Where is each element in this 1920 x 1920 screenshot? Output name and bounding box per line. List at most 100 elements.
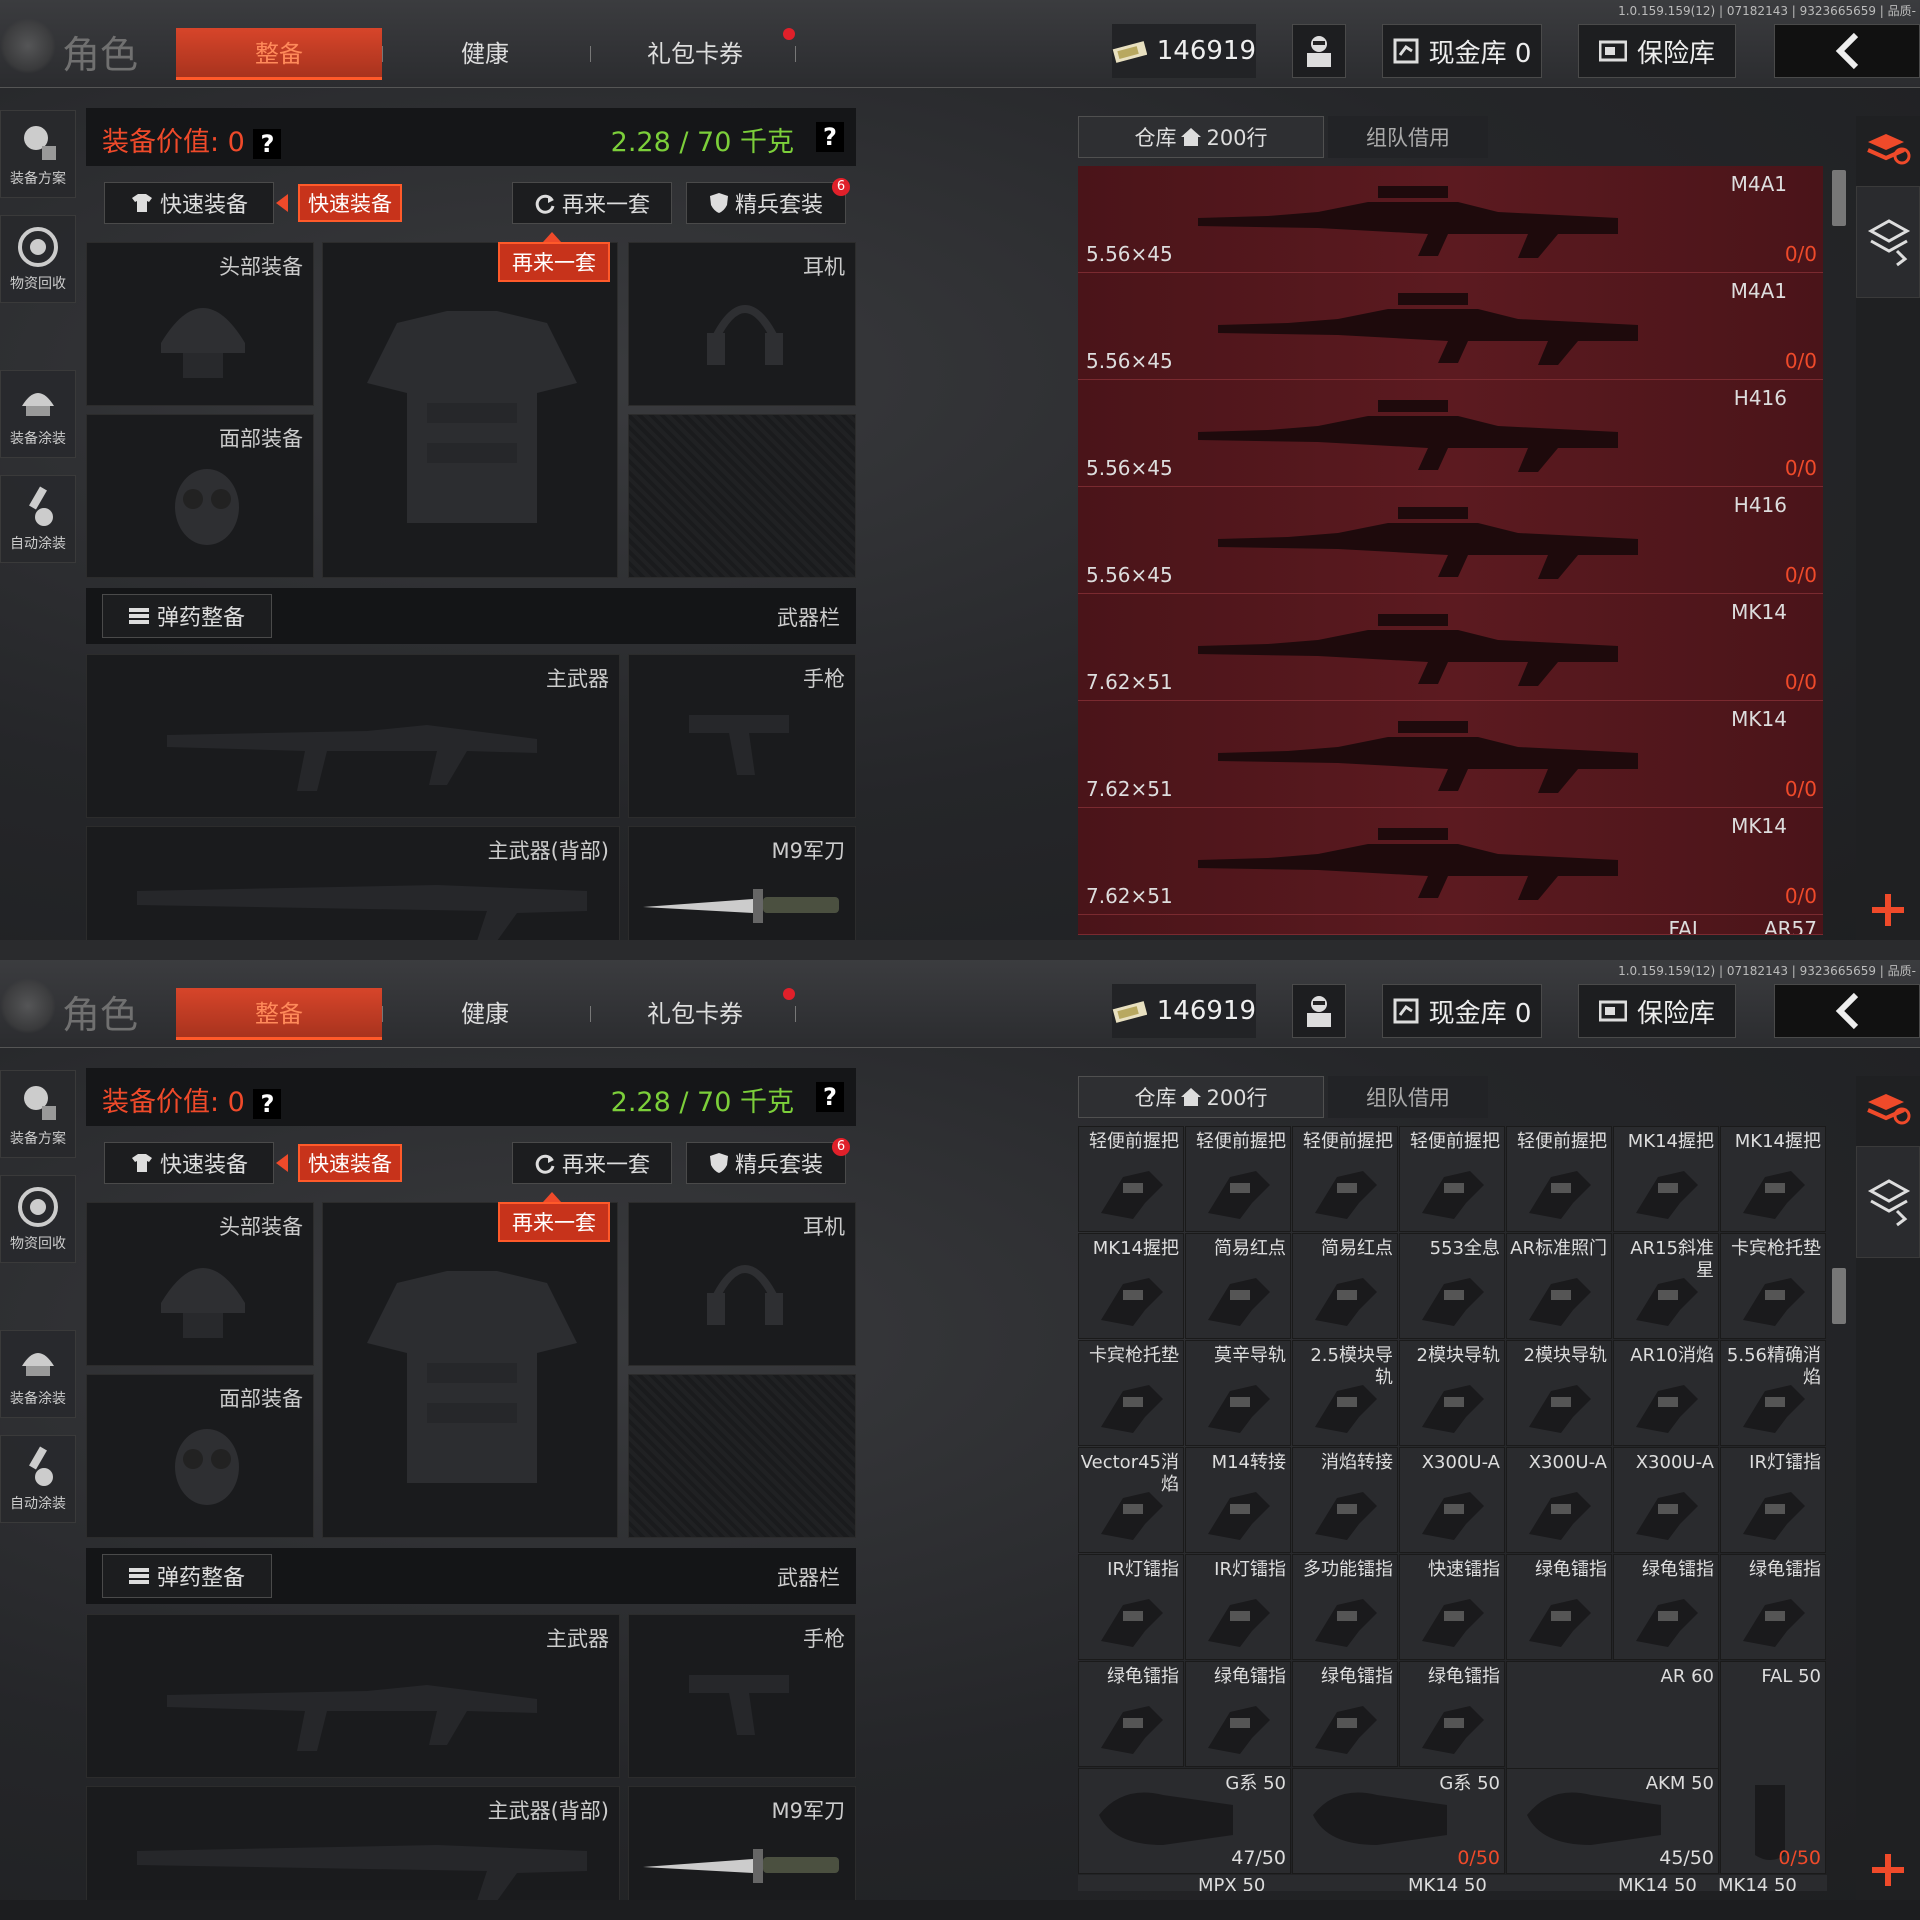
part-cell[interactable]: IR灯镭指 (1185, 1554, 1291, 1660)
agent-button[interactable] (1292, 24, 1346, 78)
part-cell[interactable]: 2模块导轨 (1399, 1340, 1505, 1446)
tab-gift-vouchers[interactable]: 礼包卡券 (610, 988, 780, 1040)
part-cell[interactable]: 轻便前握把 (1399, 1126, 1505, 1232)
nav-paint[interactable]: 装备涂装 (0, 1330, 76, 1418)
part-cell[interactable]: 多功能镭指 (1292, 1554, 1398, 1660)
part-cell[interactable]: 轻便前握把 (1292, 1126, 1398, 1232)
help-button[interactable]: ? (816, 122, 844, 152)
part-cell[interactable]: 快速镭指 (1399, 1554, 1505, 1660)
slot-pistol[interactable]: 手枪 (628, 654, 856, 818)
part-cell[interactable]: 绿龟镭指 (1078, 1661, 1184, 1767)
add-button[interactable] (1856, 1840, 1920, 1900)
weapon-row[interactable]: H416 5.56×45 0/0 (1078, 487, 1823, 594)
quick-equip-button[interactable]: 快速装备 (104, 1142, 274, 1184)
tab-team-borrow[interactable]: 组队借用 (1328, 116, 1488, 158)
back-button[interactable] (1774, 24, 1920, 78)
part-cell[interactable]: 绿龟镭指 (1185, 1661, 1291, 1767)
quick-equip-button[interactable]: 快速装备 (104, 182, 274, 224)
part-cell[interactable]: X300U-A (1506, 1447, 1612, 1553)
scrollbar[interactable] (1832, 1268, 1846, 1324)
again-button[interactable]: 再来一套 (512, 1142, 672, 1184)
quick-equip-hint[interactable]: 快速装备 (298, 184, 402, 222)
slot-headset[interactable]: 耳机 (628, 242, 856, 406)
sort-button[interactable] (1856, 116, 1920, 176)
slot-primary[interactable]: 主武器 (86, 654, 620, 818)
part-cell[interactable]: IR灯镭指 (1078, 1554, 1184, 1660)
weapon-row[interactable]: MK14 7.62×51 0/0 (1078, 808, 1823, 915)
magazine-cell[interactable]: G系 50 0/50 (1292, 1768, 1505, 1874)
part-cell[interactable]: AR标准照门 (1506, 1233, 1612, 1339)
part-cell[interactable]: 5.56精确消焰 (1720, 1340, 1826, 1446)
slot-primary[interactable]: 主武器 (86, 1614, 620, 1778)
tab-health[interactable]: 健康 (400, 988, 570, 1040)
slot-armor[interactable] (322, 242, 618, 578)
tab-warehouse[interactable]: 仓库 200行 (1078, 116, 1324, 158)
part-cell[interactable]: 简易红点 (1185, 1233, 1291, 1339)
part-cell[interactable]: 莫辛导轨 (1185, 1340, 1291, 1446)
part-cell[interactable]: 绿龟镭指 (1399, 1661, 1505, 1767)
part-cell[interactable]: 卡宾枪托垫 (1078, 1340, 1184, 1446)
elite-kit-button[interactable]: 精兵套装 (686, 182, 846, 224)
part-cell[interactable]: MK14握把 (1078, 1233, 1184, 1339)
part-cell[interactable]: 轻便前握把 (1185, 1126, 1291, 1232)
nav-recycle[interactable]: 物资回收 (0, 215, 76, 303)
again-button[interactable]: 再来一套 (512, 182, 672, 224)
cash-vault-button[interactable]: 现金库 0 (1382, 24, 1542, 78)
slot-primary-back[interactable]: 主武器(背部) (86, 826, 620, 940)
safe-vault-button[interactable]: 保险库 (1578, 984, 1736, 1038)
slot-face[interactable]: 面部装备 (86, 414, 314, 578)
part-cell[interactable]: 简易红点 (1292, 1233, 1398, 1339)
slot-knife[interactable]: M9军刀 (628, 1786, 856, 1900)
slot-armor[interactable] (322, 1202, 618, 1538)
slot-primary-back[interactable]: 主武器(背部) (86, 1786, 620, 1900)
tab-team-borrow[interactable]: 组队借用 (1328, 1076, 1488, 1118)
part-cell[interactable]: AR10消焰 (1613, 1340, 1719, 1446)
weapon-row[interactable]: M4A1 5.56×45 0/0 (1078, 166, 1823, 273)
part-cell[interactable]: 2模块导轨 (1506, 1340, 1612, 1446)
back-button[interactable] (1774, 984, 1920, 1038)
part-cell[interactable]: 2.5模块导轨 (1292, 1340, 1398, 1446)
weapon-row[interactable]: MK14 7.62×51 0/0 (1078, 701, 1823, 808)
weapon-row[interactable]: H416 5.56×45 0/0 (1078, 380, 1823, 487)
cash-vault-button[interactable]: 现金库 0 (1382, 984, 1542, 1038)
part-cell[interactable]: Vector45消焰 (1078, 1447, 1184, 1553)
organize-button[interactable] (1856, 1146, 1920, 1258)
nav-auto-paint[interactable]: 自动涂装 (0, 1435, 76, 1523)
part-cell[interactable]: X300U-A (1613, 1447, 1719, 1553)
part-cell[interactable]: 绿龟镭指 (1720, 1554, 1826, 1660)
part-cell[interactable]: 553全息 (1399, 1233, 1505, 1339)
slot-head[interactable]: 头部装备 (86, 1202, 314, 1366)
part-cell[interactable]: AR15斜准星 (1613, 1233, 1719, 1339)
weapon-row-partial[interactable]: FAL AR57 (1078, 915, 1823, 935)
part-cell[interactable]: 卡宾枪托垫 (1720, 1233, 1826, 1339)
help-button[interactable]: ? (253, 1088, 282, 1119)
magazine-cell[interactable]: FAL 50 0/50 (1720, 1661, 1826, 1874)
scrollbar[interactable] (1832, 170, 1846, 226)
weapon-row[interactable]: M4A1 5.56×45 0/0 (1078, 273, 1823, 380)
tab-gift-vouchers[interactable]: 礼包卡券 (610, 28, 780, 80)
part-cell[interactable]: 消焰转接 (1292, 1447, 1398, 1553)
quick-equip-hint[interactable]: 快速装备 (298, 1144, 402, 1182)
nav-recycle[interactable]: 物资回收 (0, 1175, 76, 1263)
sort-button[interactable] (1856, 1076, 1920, 1136)
tab-prepare[interactable]: 整备 (176, 988, 382, 1040)
agent-button[interactable] (1292, 984, 1346, 1038)
help-button[interactable]: ? (253, 128, 282, 159)
elite-kit-button[interactable]: 精兵套装 (686, 1142, 846, 1184)
part-cell[interactable]: 轻便前握把 (1506, 1126, 1612, 1232)
nav-auto-paint[interactable]: 自动涂装 (0, 475, 76, 563)
ammo-button[interactable]: 弹药整备 (102, 1554, 272, 1598)
part-cell[interactable]: X300U-A (1399, 1447, 1505, 1553)
part-cell[interactable]: 绿龟镭指 (1292, 1661, 1398, 1767)
part-cell[interactable]: IR灯镭指 (1720, 1447, 1826, 1553)
part-cell[interactable]: M14转接 (1185, 1447, 1291, 1553)
weapon-row[interactable]: MK14 7.62×51 0/0 (1078, 594, 1823, 701)
part-cell[interactable]: MK14握把 (1613, 1126, 1719, 1232)
add-button[interactable] (1856, 880, 1920, 940)
slot-head[interactable]: 头部装备 (86, 242, 314, 406)
nav-paint[interactable]: 装备涂装 (0, 370, 76, 458)
magazine-cell[interactable]: G系 50 47/50 (1078, 1768, 1291, 1874)
magazine-cell[interactable]: AKM 50 45/50 (1506, 1768, 1719, 1874)
slot-face[interactable]: 面部装备 (86, 1374, 314, 1538)
tab-health[interactable]: 健康 (400, 28, 570, 80)
